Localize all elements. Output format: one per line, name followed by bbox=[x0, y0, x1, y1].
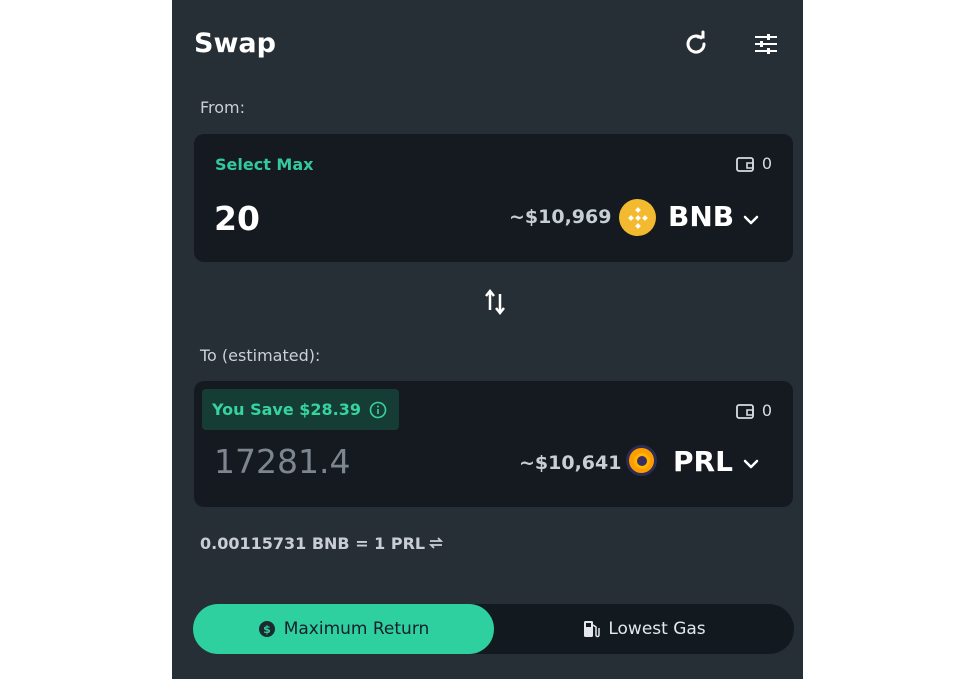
from-card: Select Max 0 20 ~$10,969 BNB bbox=[194, 134, 793, 262]
swap-panel: Swap From: Select Max 0 20 ~$10,969 BNB … bbox=[172, 0, 803, 679]
lowest-gas-option[interactable]: Lowest Gas bbox=[494, 604, 794, 654]
to-balance-value: 0 bbox=[761, 401, 772, 420]
savings-badge: You Save $28.39 bbox=[202, 389, 399, 430]
to-wallet-balance: 0 bbox=[735, 401, 772, 420]
route-toggle: $ Maximum Return Lowest Gas bbox=[193, 604, 794, 654]
info-icon[interactable] bbox=[369, 401, 387, 419]
exchange-rate: 0.00115731 BNB = 1 PRL bbox=[200, 534, 426, 553]
maximum-return-label: Maximum Return bbox=[283, 619, 430, 639]
settings-button[interactable] bbox=[750, 28, 782, 60]
to-label: To (estimated): bbox=[200, 346, 321, 365]
dollar-circle-icon: $ bbox=[258, 621, 275, 637]
wallet-icon bbox=[735, 403, 754, 419]
swap-rate-icon[interactable] bbox=[426, 533, 446, 553]
from-wallet-balance: 0 bbox=[735, 154, 772, 173]
to-amount-input[interactable]: 17281.4 bbox=[214, 442, 464, 481]
swap-direction-icon[interactable] bbox=[484, 287, 506, 317]
settings-sliders-icon bbox=[755, 34, 777, 54]
chevron-down-icon[interactable] bbox=[741, 457, 761, 471]
page-title: Swap bbox=[194, 28, 276, 59]
to-token-symbol[interactable]: PRL bbox=[673, 445, 733, 478]
from-usd-value: ~$10,969 bbox=[509, 206, 612, 228]
from-label: From: bbox=[200, 98, 246, 117]
lowest-gas-label: Lowest Gas bbox=[608, 619, 706, 639]
chevron-down-icon[interactable] bbox=[741, 213, 761, 227]
refresh-icon bbox=[686, 30, 706, 54]
svg-text:$: $ bbox=[263, 623, 271, 636]
from-balance-value: 0 bbox=[761, 154, 772, 173]
bnb-token-icon[interactable] bbox=[619, 199, 656, 236]
to-card: You Save $28.39 0 17281.4 ~$10,641 PRL bbox=[194, 381, 793, 507]
from-token-symbol[interactable]: BNB bbox=[668, 200, 734, 233]
wallet-icon bbox=[735, 156, 754, 172]
savings-text: You Save $28.39 bbox=[212, 400, 361, 419]
maximum-return-option[interactable]: $ Maximum Return bbox=[193, 604, 494, 654]
prl-token-icon[interactable] bbox=[626, 445, 657, 476]
refresh-button[interactable] bbox=[680, 28, 712, 60]
select-max-button[interactable]: Select Max bbox=[215, 155, 313, 174]
gas-pump-icon bbox=[584, 621, 601, 638]
to-usd-value: ~$10,641 bbox=[519, 452, 622, 474]
from-amount-input[interactable]: 20 bbox=[214, 199, 464, 238]
